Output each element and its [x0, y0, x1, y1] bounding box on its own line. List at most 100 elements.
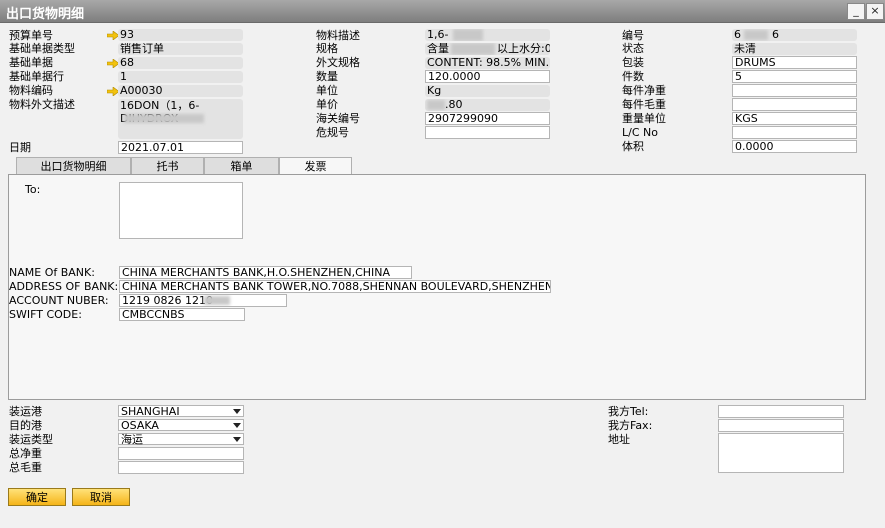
- account-field[interactable]: 1219 0826 1210: [119, 294, 287, 307]
- bank-name-label: NAME Of BANK:: [9, 266, 95, 279]
- item-desc-text: 1,6-: [427, 29, 449, 41]
- volume-field[interactable]: 0.0000: [732, 140, 857, 153]
- danger-no-label: 危规号: [316, 126, 349, 139]
- redacted-block: [451, 43, 495, 55]
- spec-text-left: 含量: [427, 43, 449, 55]
- ok-button[interactable]: 确定: [8, 488, 66, 506]
- base-doc-type-field[interactable]: 销售订单: [118, 43, 243, 55]
- code-a-text: 6: [734, 29, 741, 41]
- base-doc-line-field[interactable]: 1: [118, 71, 243, 83]
- ship-type-value: 海运: [121, 433, 143, 446]
- to-textarea[interactable]: [119, 182, 243, 239]
- swift-field[interactable]: CMBCCNBS: [119, 308, 245, 321]
- item-code-label: 物料编码: [9, 84, 53, 97]
- invoice-panel: To: NAME Of BANK: CHINA MERCHANTS BANK,H…: [8, 174, 866, 400]
- redacted-block: [427, 100, 445, 110]
- base-doc-line-label: 基础单据行: [9, 70, 64, 83]
- price-label: 单价: [316, 98, 338, 111]
- redacted-block: [124, 114, 204, 123]
- bank-name-field[interactable]: CHINA MERCHANTS BANK,H.O.SHENZHEN,CHINA: [119, 266, 412, 279]
- price-field[interactable]: .80: [425, 99, 550, 111]
- gross-weight-label: 每件毛重: [622, 98, 666, 111]
- our-tel-label: 我方Tel:: [608, 405, 649, 418]
- lc-no-label: L/C No: [622, 126, 658, 139]
- net-weight-label: 每件净重: [622, 84, 666, 97]
- tab-invoice[interactable]: 发票: [279, 157, 352, 175]
- close-button[interactable]: ×: [866, 3, 884, 20]
- packing-field[interactable]: DRUMS: [732, 56, 857, 69]
- window-title: 出口货物明细: [6, 7, 85, 22]
- to-label: To:: [25, 183, 41, 196]
- bank-address-field[interactable]: CHINA MERCHANTS BANK TOWER,NO.7088,SHENN…: [119, 280, 551, 293]
- budget-no-label: 预算单号: [9, 29, 53, 42]
- tab-export-details[interactable]: 出口货物明细: [16, 157, 131, 174]
- code-b-text: 6: [772, 29, 779, 41]
- customs-no-field[interactable]: 2907299090: [425, 112, 550, 125]
- item-desc-label: 物料描述: [316, 29, 360, 42]
- cancel-button[interactable]: 取消: [72, 488, 130, 506]
- dest-port-value: OSAKA: [121, 419, 159, 432]
- minimize-button[interactable]: _: [847, 3, 865, 20]
- title-bar: 出口货物明细 _ ×: [0, 0, 885, 23]
- foreign-spec-field[interactable]: CONTENT: 98.5% MIN.: [425, 57, 550, 69]
- total-net-label: 总净重: [9, 447, 42, 460]
- foreign-spec-label: 外文规格: [316, 56, 360, 69]
- tab-shipping-order[interactable]: 托书: [131, 157, 204, 174]
- total-net-field[interactable]: [118, 447, 244, 460]
- ship-type-select[interactable]: 海运: [118, 433, 244, 446]
- bank-address-label: ADDRESS OF BANK:: [9, 280, 119, 293]
- base-doc-label: 基础单据: [9, 56, 53, 69]
- lc-no-field[interactable]: [732, 126, 857, 139]
- customs-no-label: 海关编号: [316, 112, 360, 125]
- swift-label: SWIFT CODE:: [9, 308, 82, 321]
- unit-field[interactable]: Kg: [425, 85, 550, 97]
- account-label: ACCOUNT NUBER:: [9, 294, 109, 307]
- ship-type-label: 装运类型: [9, 433, 53, 446]
- status-label: 状态: [622, 42, 644, 55]
- account-text: 1219 0826 1210: [122, 294, 213, 307]
- base-doc-field[interactable]: 68: [118, 57, 243, 69]
- our-tel-field[interactable]: [718, 405, 844, 418]
- danger-no-field[interactable]: [425, 126, 550, 139]
- date-field[interactable]: 2021.07.01: [118, 141, 243, 154]
- spec-text-right: 以上水分:0.5: [497, 43, 550, 55]
- pieces-label: 件数: [622, 70, 644, 83]
- load-port-label: 装运港: [9, 405, 42, 418]
- budget-no-field[interactable]: 93: [118, 29, 243, 41]
- load-port-select[interactable]: SHANGHAI: [118, 405, 244, 418]
- item-foreign-desc-field[interactable]: 16DON（1，6-DIHYDROX: [118, 99, 243, 139]
- spec-field[interactable]: 含量 以上水分:0.5: [425, 43, 550, 55]
- code-field[interactable]: 6 6: [732, 29, 857, 41]
- address-label: 地址: [608, 433, 630, 446]
- redacted-block: [744, 30, 768, 40]
- dropdown-arrow-icon[interactable]: [233, 423, 241, 428]
- spec-label: 规格: [316, 42, 338, 55]
- total-gross-label: 总毛重: [9, 461, 42, 474]
- item-desc-field[interactable]: 1,6-: [425, 29, 550, 41]
- dropdown-arrow-icon[interactable]: [233, 437, 241, 442]
- weight-unit-label: 重量单位: [622, 112, 666, 125]
- dest-port-select[interactable]: OSAKA: [118, 419, 244, 432]
- weight-unit-field[interactable]: KGS: [732, 112, 857, 125]
- redacted-block: [204, 296, 230, 305]
- net-weight-field[interactable]: [732, 84, 857, 97]
- base-doc-type-label: 基础单据类型: [9, 42, 75, 55]
- price-text: .80: [445, 99, 463, 111]
- item-foreign-desc-label: 物料外文描述: [9, 98, 75, 111]
- dest-port-label: 目的港: [9, 419, 42, 432]
- qty-label: 数量: [316, 70, 338, 83]
- load-port-value: SHANGHAI: [121, 405, 180, 418]
- address-textarea[interactable]: [718, 433, 844, 473]
- qty-field[interactable]: 120.0000: [425, 70, 550, 83]
- tab-packing-list[interactable]: 箱单: [204, 157, 279, 174]
- dropdown-arrow-icon[interactable]: [233, 409, 241, 414]
- status-field[interactable]: 未清: [732, 43, 857, 55]
- item-code-field[interactable]: A00030: [118, 85, 243, 97]
- our-fax-field[interactable]: [718, 419, 844, 432]
- code-label: 编号: [622, 29, 644, 42]
- gross-weight-field[interactable]: [732, 98, 857, 111]
- total-gross-field[interactable]: [118, 461, 244, 474]
- volume-label: 体积: [622, 140, 644, 153]
- unit-label: 单位: [316, 84, 338, 97]
- pieces-field[interactable]: 5: [732, 70, 857, 83]
